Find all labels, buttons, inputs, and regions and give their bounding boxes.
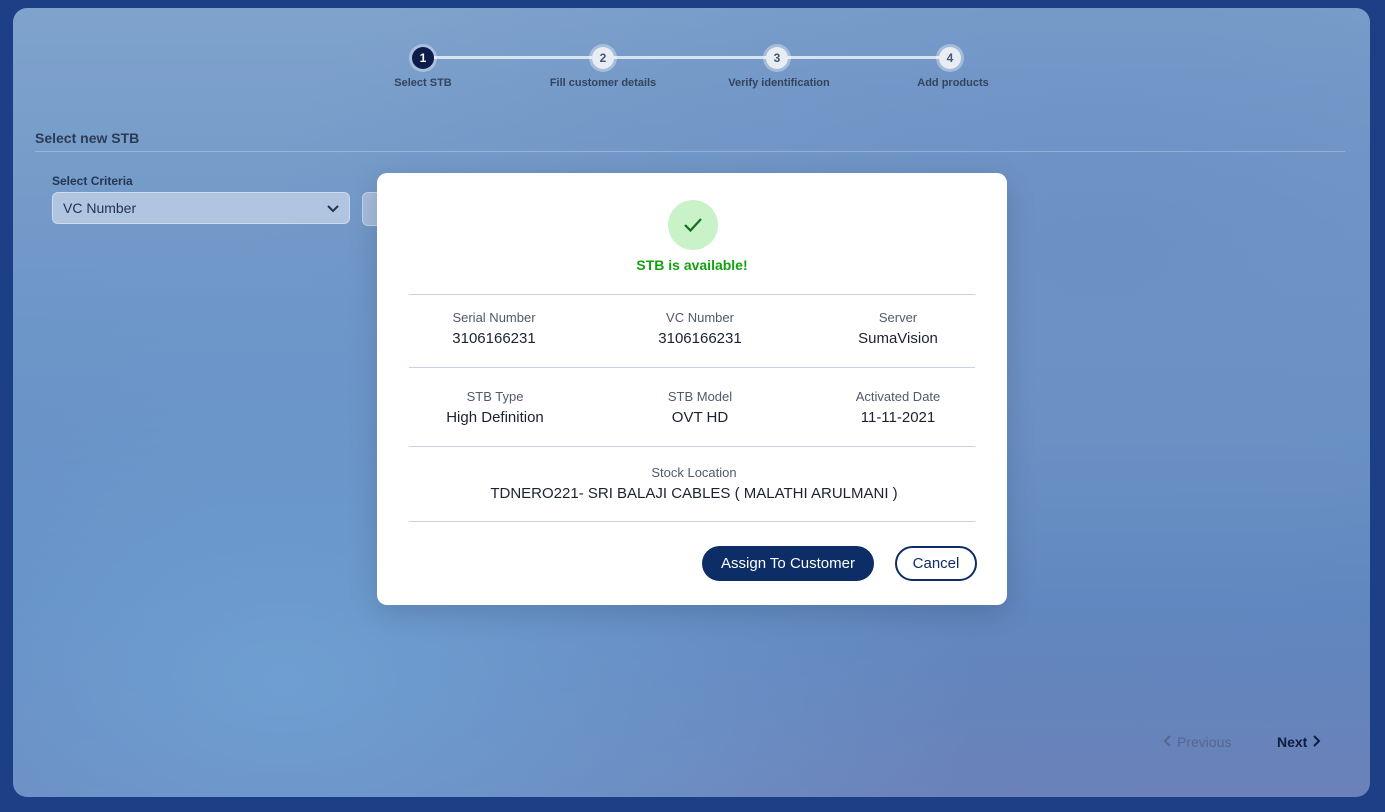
step-1-label: Select STB <box>394 77 452 89</box>
divider <box>409 367 975 368</box>
criteria-select[interactable]: VC Number <box>52 192 350 224</box>
divider <box>409 294 975 295</box>
chevron-left-icon <box>1163 734 1171 750</box>
previous-label: Previous <box>1177 734 1232 750</box>
availability-status: STB is available! <box>636 257 748 273</box>
server-value: SumaVision <box>858 330 938 347</box>
next-label: Next <box>1277 734 1308 750</box>
criteria-label: Select Criteria <box>52 174 133 188</box>
stock-location-value: TDNERO221- SRI BALAJI CABLES ( MALATHI A… <box>490 485 898 502</box>
stepper-track <box>423 56 951 59</box>
check-icon <box>668 200 718 250</box>
vc-number-label: VC Number <box>666 310 734 325</box>
stb-model-label: STB Model <box>667 389 733 404</box>
stb-type-value: High Definition <box>446 409 544 426</box>
activated-date-label: Activated Date <box>855 389 941 404</box>
chevron-right-icon <box>1313 734 1321 750</box>
cancel-button[interactable]: Cancel <box>895 546 977 581</box>
stb-model-field: STB Model OVT HD <box>668 389 732 426</box>
vc-number-field: VC Number 3106166231 <box>658 310 741 347</box>
next-button[interactable]: Next <box>1277 734 1321 750</box>
activated-date-field: Activated Date 11-11-2021 <box>856 389 941 426</box>
progress-stepper: 1 Select STB 2 Fill customer details 3 V… <box>13 8 1370 108</box>
server-field: Server SumaVision <box>858 310 938 347</box>
step-2-label: Fill customer details <box>549 77 657 89</box>
assign-to-customer-button[interactable]: Assign To Customer <box>702 546 874 581</box>
stb-availability-dialog: STB is available! Serial Number 31061662… <box>377 173 1007 605</box>
stb-type-label: STB Type <box>466 389 524 404</box>
stb-model-value: OVT HD <box>671 409 729 426</box>
divider <box>409 446 975 447</box>
server-label: Server <box>878 310 918 325</box>
step-3-label: Verify identification <box>728 77 830 89</box>
step-4-label: Add products <box>917 77 989 89</box>
previous-button[interactable]: Previous <box>1163 734 1231 750</box>
section-divider <box>35 151 1345 152</box>
stock-location-label: Stock Location <box>651 465 737 480</box>
chevron-down-icon <box>327 200 339 216</box>
vc-number-value: 3106166231 <box>658 330 742 347</box>
stb-type-field: STB Type High Definition <box>446 389 544 426</box>
step-4-indicator[interactable]: 4 <box>939 47 961 69</box>
serial-number-label: Serial Number <box>452 310 536 325</box>
step-2-indicator[interactable]: 2 <box>592 47 614 69</box>
step-1-indicator[interactable]: 1 <box>412 47 434 69</box>
step-3-indicator[interactable]: 3 <box>766 47 788 69</box>
serial-number-value: 3106166231 <box>452 330 536 347</box>
section-title: Select new STB <box>35 130 140 146</box>
serial-number-field: Serial Number 3106166231 <box>452 310 535 347</box>
criteria-select-value: VC Number <box>63 200 137 216</box>
activated-date-value: 11-11-2021 <box>860 409 936 426</box>
stock-location-field: Stock Location TDNERO221- SRI BALAJI CAB… <box>490 465 897 502</box>
divider <box>409 521 975 522</box>
